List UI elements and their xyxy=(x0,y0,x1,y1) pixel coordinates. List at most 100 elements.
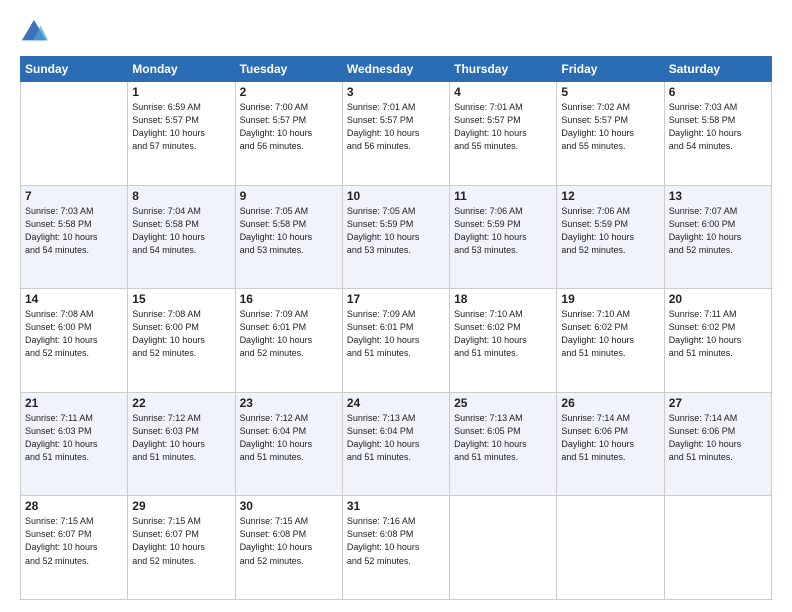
calendar-cell: 30 Sunrise: 7:15 AM Sunset: 6:08 PM Dayli… xyxy=(235,496,342,600)
day-info: Sunrise: 7:05 AM Sunset: 5:59 PM Dayligh… xyxy=(347,205,445,257)
day-number: 29 xyxy=(132,499,230,513)
calendar-table: SundayMondayTuesdayWednesdayThursdayFrid… xyxy=(20,56,772,600)
day-number: 25 xyxy=(454,396,552,410)
calendar-header-row: SundayMondayTuesdayWednesdayThursdayFrid… xyxy=(21,57,772,82)
day-info: Sunrise: 7:15 AM Sunset: 6:07 PM Dayligh… xyxy=(132,515,230,567)
calendar-cell: 16 Sunrise: 7:09 AM Sunset: 6:01 PM Dayli… xyxy=(235,289,342,393)
day-info: Sunrise: 7:10 AM Sunset: 6:02 PM Dayligh… xyxy=(561,308,659,360)
day-info: Sunrise: 7:01 AM Sunset: 5:57 PM Dayligh… xyxy=(347,101,445,153)
day-info: Sunrise: 7:16 AM Sunset: 6:08 PM Dayligh… xyxy=(347,515,445,567)
calendar-cell: 2 Sunrise: 7:00 AM Sunset: 5:57 PM Daylig… xyxy=(235,82,342,186)
calendar-cell: 14Sunrise: 7:08 AM Sunset: 6:00 PM Dayli… xyxy=(21,289,128,393)
calendar-cell: 27 Sunrise: 7:14 AM Sunset: 6:06 PM Dayli… xyxy=(664,392,771,496)
calendar-day-header: Monday xyxy=(128,57,235,82)
calendar-cell: 13Sunrise: 7:07 AM Sunset: 6:00 PM Dayli… xyxy=(664,185,771,289)
calendar-week-row: 28 Sunrise: 7:15 AM Sunset: 6:07 PM Dayli… xyxy=(21,496,772,600)
calendar-day-header: Thursday xyxy=(450,57,557,82)
day-number: 30 xyxy=(240,499,338,513)
calendar-cell: 6 Sunrise: 7:03 AM Sunset: 5:58 PM Daylig… xyxy=(664,82,771,186)
calendar-day-header: Sunday xyxy=(21,57,128,82)
day-info: Sunrise: 7:08 AM Sunset: 6:00 PM Dayligh… xyxy=(25,308,123,360)
day-number: 23 xyxy=(240,396,338,410)
day-info: Sunrise: 7:11 AM Sunset: 6:02 PM Dayligh… xyxy=(669,308,767,360)
logo xyxy=(20,18,53,46)
day-number: 1 xyxy=(132,85,230,99)
calendar-cell: 31 Sunrise: 7:16 AM Sunset: 6:08 PM Dayli… xyxy=(342,496,449,600)
day-info: Sunrise: 7:06 AM Sunset: 5:59 PM Dayligh… xyxy=(454,205,552,257)
calendar-week-row: 1 Sunrise: 6:59 AM Sunset: 5:57 PM Daylig… xyxy=(21,82,772,186)
day-info: Sunrise: 7:12 AM Sunset: 6:03 PM Dayligh… xyxy=(132,412,230,464)
day-number: 6 xyxy=(669,85,767,99)
day-info: Sunrise: 6:59 AM Sunset: 5:57 PM Dayligh… xyxy=(132,101,230,153)
calendar-day-header: Friday xyxy=(557,57,664,82)
day-number: 31 xyxy=(347,499,445,513)
calendar-day-header: Saturday xyxy=(664,57,771,82)
calendar-cell: 1 Sunrise: 6:59 AM Sunset: 5:57 PM Daylig… xyxy=(128,82,235,186)
day-info: Sunrise: 7:13 AM Sunset: 6:05 PM Dayligh… xyxy=(454,412,552,464)
calendar-week-row: 14Sunrise: 7:08 AM Sunset: 6:00 PM Dayli… xyxy=(21,289,772,393)
day-info: Sunrise: 7:15 AM Sunset: 6:08 PM Dayligh… xyxy=(240,515,338,567)
day-info: Sunrise: 7:01 AM Sunset: 5:57 PM Dayligh… xyxy=(454,101,552,153)
day-info: Sunrise: 7:14 AM Sunset: 6:06 PM Dayligh… xyxy=(669,412,767,464)
calendar-cell xyxy=(664,496,771,600)
day-number: 3 xyxy=(347,85,445,99)
calendar-cell: 18 Sunrise: 7:10 AM Sunset: 6:02 PM Dayli… xyxy=(450,289,557,393)
day-number: 19 xyxy=(561,292,659,306)
day-info: Sunrise: 7:00 AM Sunset: 5:57 PM Dayligh… xyxy=(240,101,338,153)
day-info: Sunrise: 7:12 AM Sunset: 6:04 PM Dayligh… xyxy=(240,412,338,464)
logo-icon xyxy=(20,18,48,46)
day-info: Sunrise: 7:08 AM Sunset: 6:00 PM Dayligh… xyxy=(132,308,230,360)
calendar-cell: 3 Sunrise: 7:01 AM Sunset: 5:57 PM Daylig… xyxy=(342,82,449,186)
day-info: Sunrise: 7:03 AM Sunset: 5:58 PM Dayligh… xyxy=(25,205,123,257)
day-number: 8 xyxy=(132,189,230,203)
calendar-cell: 10Sunrise: 7:05 AM Sunset: 5:59 PM Dayli… xyxy=(342,185,449,289)
header xyxy=(20,18,772,46)
day-number: 4 xyxy=(454,85,552,99)
day-number: 17 xyxy=(347,292,445,306)
calendar-cell: 20 Sunrise: 7:11 AM Sunset: 6:02 PM Dayli… xyxy=(664,289,771,393)
day-info: Sunrise: 7:09 AM Sunset: 6:01 PM Dayligh… xyxy=(347,308,445,360)
calendar-cell: 8 Sunrise: 7:04 AM Sunset: 5:58 PM Daylig… xyxy=(128,185,235,289)
day-number: 7 xyxy=(25,189,123,203)
calendar-cell: 28 Sunrise: 7:15 AM Sunset: 6:07 PM Dayli… xyxy=(21,496,128,600)
day-number: 24 xyxy=(347,396,445,410)
day-number: 27 xyxy=(669,396,767,410)
day-info: Sunrise: 7:10 AM Sunset: 6:02 PM Dayligh… xyxy=(454,308,552,360)
day-info: Sunrise: 7:09 AM Sunset: 6:01 PM Dayligh… xyxy=(240,308,338,360)
calendar-cell: 24 Sunrise: 7:13 AM Sunset: 6:04 PM Dayli… xyxy=(342,392,449,496)
calendar-cell: 7 Sunrise: 7:03 AM Sunset: 5:58 PM Daylig… xyxy=(21,185,128,289)
calendar-cell: 17 Sunrise: 7:09 AM Sunset: 6:01 PM Dayli… xyxy=(342,289,449,393)
day-info: Sunrise: 7:05 AM Sunset: 5:58 PM Dayligh… xyxy=(240,205,338,257)
day-number: 28 xyxy=(25,499,123,513)
calendar-day-header: Tuesday xyxy=(235,57,342,82)
day-number: 20 xyxy=(669,292,767,306)
day-number: 21 xyxy=(25,396,123,410)
calendar-day-header: Wednesday xyxy=(342,57,449,82)
day-number: 26 xyxy=(561,396,659,410)
calendar-cell: 4 Sunrise: 7:01 AM Sunset: 5:57 PM Daylig… xyxy=(450,82,557,186)
calendar-cell xyxy=(450,496,557,600)
calendar-cell: 5Sunrise: 7:02 AM Sunset: 5:57 PM Daylig… xyxy=(557,82,664,186)
day-info: Sunrise: 7:06 AM Sunset: 5:59 PM Dayligh… xyxy=(561,205,659,257)
day-number: 15 xyxy=(132,292,230,306)
day-number: 2 xyxy=(240,85,338,99)
calendar-cell: 22Sunrise: 7:12 AM Sunset: 6:03 PM Dayli… xyxy=(128,392,235,496)
calendar-cell: 11 Sunrise: 7:06 AM Sunset: 5:59 PM Dayli… xyxy=(450,185,557,289)
day-info: Sunrise: 7:07 AM Sunset: 6:00 PM Dayligh… xyxy=(669,205,767,257)
page: SundayMondayTuesdayWednesdayThursdayFrid… xyxy=(0,0,792,612)
calendar-cell: 25 Sunrise: 7:13 AM Sunset: 6:05 PM Dayli… xyxy=(450,392,557,496)
day-info: Sunrise: 7:11 AM Sunset: 6:03 PM Dayligh… xyxy=(25,412,123,464)
day-info: Sunrise: 7:15 AM Sunset: 6:07 PM Dayligh… xyxy=(25,515,123,567)
day-number: 16 xyxy=(240,292,338,306)
day-info: Sunrise: 7:13 AM Sunset: 6:04 PM Dayligh… xyxy=(347,412,445,464)
day-info: Sunrise: 7:04 AM Sunset: 5:58 PM Dayligh… xyxy=(132,205,230,257)
calendar-cell: 26Sunrise: 7:14 AM Sunset: 6:06 PM Dayli… xyxy=(557,392,664,496)
calendar-cell: 23 Sunrise: 7:12 AM Sunset: 6:04 PM Dayli… xyxy=(235,392,342,496)
calendar-cell: 9Sunrise: 7:05 AM Sunset: 5:58 PM Daylig… xyxy=(235,185,342,289)
day-number: 11 xyxy=(454,189,552,203)
day-number: 18 xyxy=(454,292,552,306)
day-number: 12 xyxy=(561,189,659,203)
day-info: Sunrise: 7:03 AM Sunset: 5:58 PM Dayligh… xyxy=(669,101,767,153)
calendar-cell xyxy=(557,496,664,600)
calendar-cell: 12 Sunrise: 7:06 AM Sunset: 5:59 PM Dayli… xyxy=(557,185,664,289)
